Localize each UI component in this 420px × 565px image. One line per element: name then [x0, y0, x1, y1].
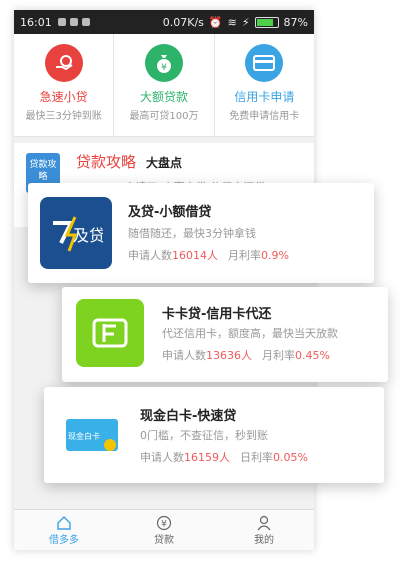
loan-stats: 申请人数13636人 月利率0.45%: [162, 347, 330, 363]
applicants-label: 申请人数: [162, 349, 206, 362]
quick-link-fast-loan[interactable]: 急速小贷 最快三3分钟到账: [14, 34, 115, 136]
strategy-title: 贷款攻略: [76, 153, 137, 171]
loan-stats: 申请人数16159人 日利率0.05%: [140, 449, 308, 465]
applicants-count: 16014人: [172, 249, 218, 262]
applicants-label: 申请人数: [128, 249, 172, 262]
card-text: 现金白卡: [68, 431, 100, 441]
loan-card-jidai[interactable]: 及贷 及贷-小额借贷 随借随还，最快3分钟拿钱 申请人数16014人 月利率0.9…: [28, 183, 374, 283]
quick-link-credit-card[interactable]: 信用卡申请 免费申请信用卡: [215, 34, 314, 136]
rate-label: 日利率: [240, 451, 273, 464]
quick-link-large-loan[interactable]: ¥ 大额贷款 最高可贷100万: [114, 34, 215, 136]
jidai-logo-icon: 及贷: [40, 197, 112, 269]
rate-value: 0.9%: [261, 249, 289, 262]
svg-text:¥: ¥: [161, 63, 167, 73]
rate-value: 0.05%: [273, 451, 308, 464]
status-right: 0.07K/s ⏰ ≋ ⚡ 87%: [163, 16, 308, 29]
wifi-icon: ≋: [227, 15, 237, 29]
quick-link-title: 急速小贷: [39, 90, 88, 104]
tab-label: 贷款: [154, 534, 174, 546]
quick-link-title: 信用卡申请: [234, 90, 295, 104]
quick-link-title: 大额贷款: [139, 90, 188, 104]
notification-icons: [57, 18, 90, 26]
loan-card-kakadai[interactable]: 卡卡贷-信用卡代还 代还信用卡，额度高，最快当天放款 申请人数13636人 月利率…: [62, 287, 388, 382]
loan-desc: 随借随还，最快3分钟拿钱: [128, 227, 256, 240]
tab-loans[interactable]: ¥ 贷款: [114, 510, 214, 550]
network-speed: 0.07K/s: [162, 15, 204, 29]
bottom-tab-bar: 借多多 ¥ 贷款 我的: [14, 509, 314, 550]
loan-name: 现金白卡-快速贷: [140, 409, 237, 424]
charging-icon: ⚡: [241, 15, 250, 29]
battery-icon: [254, 16, 279, 28]
battery-percent: 87%: [283, 15, 308, 29]
rate-label: 月利率: [228, 249, 261, 262]
rate-label: 月利率: [262, 349, 295, 362]
yen-circle-icon: ¥: [156, 515, 172, 530]
credit-card-icon: [245, 44, 284, 82]
status-bar: 16:01 0.07K/s ⏰ ≋ ⚡ 87%: [14, 10, 314, 34]
logo-text: 及贷: [73, 226, 103, 245]
loan-stats: 申请人数16014人 月利率0.9%: [128, 247, 289, 263]
loan-name: 卡卡贷-信用卡代还: [162, 307, 272, 322]
kakadai-logo-icon: [76, 299, 144, 367]
applicants-count: 13636人: [206, 349, 252, 362]
loan-name: 及贷-小额借贷: [128, 205, 212, 220]
tab-profile[interactable]: 我的: [214, 510, 314, 550]
user-icon: [257, 515, 271, 530]
money-bag-icon: ¥: [144, 44, 183, 82]
strategy-subtitle: 大盘点: [146, 156, 183, 170]
loan-desc: 代还信用卡，额度高，最快当天放款: [162, 327, 338, 340]
applicants-label: 申请人数: [140, 451, 184, 464]
loan-card-xianjinbaika[interactable]: 现金白卡 现金白卡-快速贷 0门槛，不查征信，秒到账 申请人数16159人 日利率…: [44, 387, 384, 483]
status-time: 16:01: [20, 15, 52, 29]
alarm-icon: ⏰: [208, 15, 223, 29]
svg-text:¥: ¥: [161, 519, 167, 529]
quick-link-subtitle: 免费申请信用卡: [229, 111, 300, 122]
tab-home[interactable]: 借多多: [14, 510, 114, 550]
quick-link-subtitle: 最快三3分钟到账: [25, 111, 102, 122]
loan-desc: 0门槛，不查征信，秒到账: [140, 429, 268, 442]
quick-links: 急速小贷 最快三3分钟到账 ¥ 大额贷款 最高可贷100万 信用卡申请 免费申请…: [14, 34, 314, 137]
tab-label: 我的: [254, 534, 274, 546]
money-hand-icon: [44, 44, 83, 82]
rate-value: 0.45%: [295, 349, 330, 362]
home-icon: [57, 515, 71, 530]
applicants-count: 16159人: [184, 451, 230, 464]
cash-card-logo-icon: 现金白卡: [56, 403, 132, 467]
quick-link-subtitle: 最高可贷100万: [129, 111, 199, 122]
tab-label: 借多多: [49, 534, 79, 546]
